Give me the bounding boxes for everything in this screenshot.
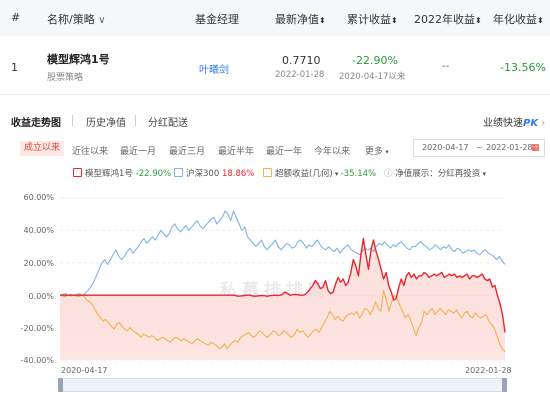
fund-area: [60, 238, 505, 360]
returns-chart[interactable]: 私募排排网: [0, 0, 550, 401]
slider-handle-right[interactable]: [502, 378, 507, 392]
x-tick-label: 2020-04-17: [61, 366, 108, 375]
range-slider[interactable]: [60, 378, 505, 392]
x-tick-label: 2022-01-28: [465, 366, 512, 375]
slider-handle-left[interactable]: [58, 378, 63, 392]
